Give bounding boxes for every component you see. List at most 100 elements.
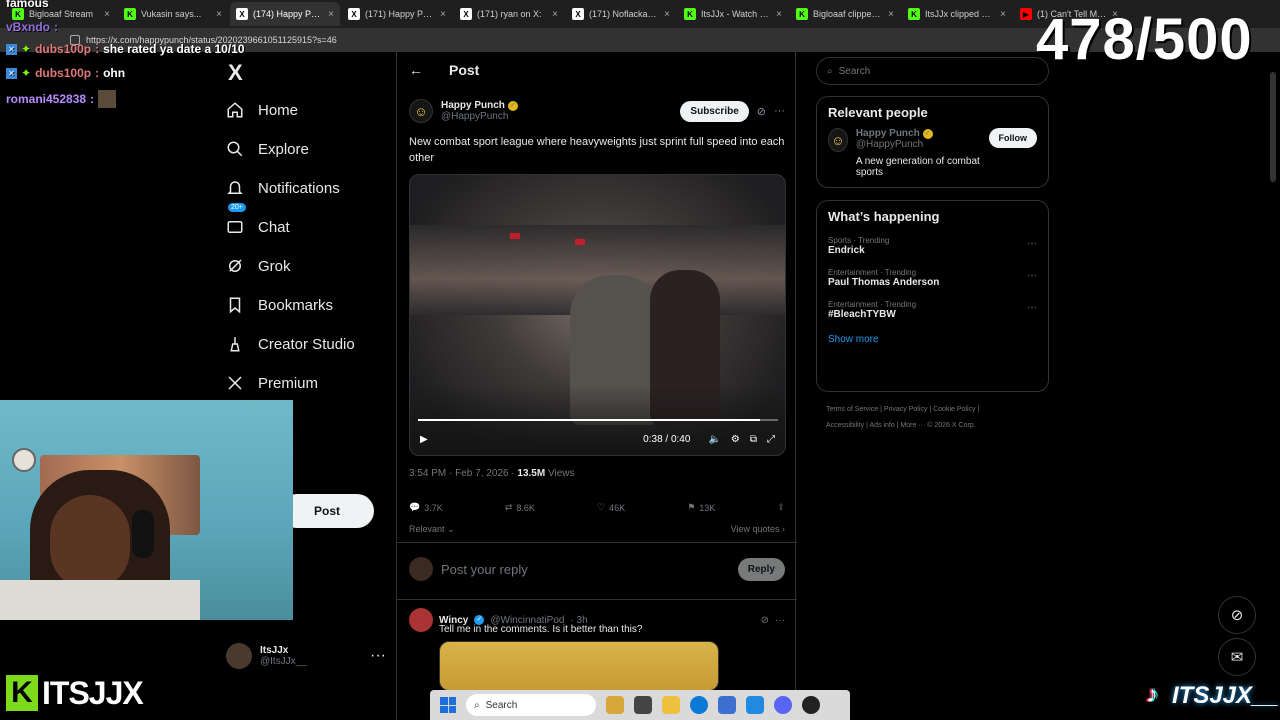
more-icon[interactable]: ··· [370,647,386,665]
discord-icon[interactable] [774,696,792,714]
subscribe-button[interactable]: Subscribe [680,100,749,122]
nav-chat[interactable]: 20+ Chat [226,203,290,245]
account-switcher[interactable]: ItsJJx @ItsJJx__ ··· [226,638,386,674]
fullscreen-icon[interactable]: ⤢ [767,434,775,445]
video-progress-bar[interactable] [418,419,778,421]
pip-icon[interactable]: ⧉ [750,434,757,445]
relevant-person[interactable]: ☺ Happy Punch ✓ @HappyPunch A new generat… [817,128,1048,178]
browser-tab[interactable]: X (171) Noflackaaa on × [566,2,676,26]
taskbar-app-icon[interactable] [634,696,652,714]
follow-button[interactable]: Follow [988,128,1037,148]
footer-line[interactable]: Accessibility | Ads info | More ··· © 20… [826,418,1046,434]
edge-icon[interactable] [690,696,708,714]
chat-message: ✕ ✦ dubs100p: she rated ya date a 10/10 [6,42,245,56]
post-button[interactable]: Post [280,494,374,528]
nav-grok[interactable]: Grok [226,248,291,284]
messages-floating-button[interactable]: ✉ [1218,638,1256,676]
taskbar-app-icon[interactable] [718,696,736,714]
share-action[interactable]: ⇪ [777,502,785,513]
store-icon[interactable] [746,696,764,714]
divider [397,542,797,543]
nav-bookmarks[interactable]: Bookmarks [226,287,333,323]
more-icon[interactable]: ··· [1027,270,1037,281]
avatar[interactable] [409,608,433,632]
view-quotes-link[interactable]: View quotes › [731,524,785,535]
author-avatar[interactable]: ☺ [828,128,848,152]
author-handle[interactable]: @HappyPunch [441,111,518,122]
close-icon[interactable]: × [440,9,446,20]
search-icon: ⌕ [827,65,833,77]
nav-notifications[interactable]: Notifications [226,170,340,206]
close-icon[interactable]: × [664,9,670,20]
settings-icon[interactable]: ⚙ [731,434,740,445]
nav-explore[interactable]: Explore [226,131,309,167]
nav-creator-studio[interactable]: Creator Studio [226,326,355,362]
back-arrow-icon[interactable]: ← [409,62,423,78]
chat-message: vBxndo: [6,20,62,34]
scrollbar[interactable] [1270,72,1276,182]
more-icon[interactable]: ··· [774,105,785,117]
reply-item[interactable]: Wincy ✓ @WincinnatiPod · 3h ⊘ ··· Tell m… [409,608,785,691]
post-actions: 💬 3.7K ⇄ 8.6K ♡ 46K ⚑ 13K ⇪ [409,502,785,513]
bookmark-action[interactable]: ⚑ 13K [687,502,715,513]
browser-tab[interactable]: K Vukasin says... × [118,2,228,26]
nav-home[interactable]: Home [226,92,298,128]
play-icon[interactable]: ▶ [420,434,428,445]
trend-topic: Paul Thomas Anderson [828,277,940,288]
windows-start-icon[interactable] [440,697,456,713]
trend-topic: #BleachTYBW [828,309,896,320]
more-icon[interactable]: ··· [775,615,785,626]
channel-name-right: ITSJJX__ [1172,682,1279,709]
x-logo-icon[interactable]: X [228,60,243,86]
sort-dropdown[interactable]: Relevant ⌄ [409,524,455,535]
close-icon[interactable]: × [888,9,894,20]
more-icon[interactable]: ··· [1027,238,1037,249]
relevant-name[interactable]: Happy Punch [856,128,920,139]
taskbar-app-icon[interactable] [606,696,624,714]
browser-tab[interactable]: K Bigloaaf clipped by I × [790,2,900,26]
nav-explore-label: Explore [258,140,309,158]
browser-tab[interactable]: K ItsJJx - Watch clips o × [678,2,788,26]
avatar [409,557,433,581]
close-icon[interactable]: × [216,9,222,20]
reply-media-thumbnail[interactable] [439,641,719,691]
obs-icon[interactable] [802,696,820,714]
show-more-link[interactable]: Show more [817,328,1048,355]
author-name[interactable]: Happy Punch [441,100,505,111]
taskbar-search[interactable]: ⌕ Search [466,694,596,716]
like-action[interactable]: ♡ 46K [597,502,625,513]
grok-icon[interactable]: ⊘ [761,615,769,626]
browser-tab[interactable]: X (171) Happy Punch o × [342,2,452,26]
grok-icon[interactable]: ⊘ [757,105,766,118]
browser-tab[interactable]: X (174) Happy Punch o × [230,2,340,26]
video-player[interactable]: ▶ 0:38 / 0:40 🔈 ⚙ ⧉ ⤢ [409,174,786,456]
reply-input[interactable]: Post your reply [441,562,528,577]
close-icon[interactable]: × [104,9,110,20]
close-icon[interactable]: × [1000,9,1006,20]
author-avatar[interactable]: ☺ [409,99,433,123]
post-text: New combat sport league where heavyweigh… [409,136,785,164]
close-icon[interactable]: × [328,9,334,20]
post-timestamp[interactable]: 3:54 PM · Feb 7, 2026 · [409,468,515,479]
browser-tab[interactable]: X (171) ryan on X: × [454,2,564,26]
tab-favicon-icon: K [908,8,920,20]
nav-chat-label: Chat [258,218,290,236]
post-author-row: ☺ Happy Punch ✓ @HappyPunch Subscribe ⊘ ·… [409,96,785,126]
nav-premium[interactable]: Premium [226,365,318,401]
trend-item[interactable]: Entertainment · Trending #BleachTYBW ··· [817,296,1048,328]
close-icon[interactable]: × [776,9,782,20]
reply-action[interactable]: 💬 3.7K [409,502,443,513]
footer-line[interactable]: Terms of Service | Privacy Policy | Cook… [826,402,1046,418]
reply-button[interactable]: Reply [737,557,785,581]
close-icon[interactable]: × [552,9,558,20]
volume-icon[interactable]: 🔈 [708,434,720,445]
browser-tab[interactable]: K ItsJJx clipped by Sea × [902,2,1012,26]
repost-action[interactable]: ⇄ 8.6K [505,502,535,513]
tiktok-icon: ♪ [1146,681,1158,708]
trend-item[interactable]: Sports · Trending Endrick ··· [817,232,1048,264]
search-input[interactable]: ⌕ Search [816,57,1049,85]
more-icon[interactable]: ··· [1027,302,1037,313]
trend-item[interactable]: Entertainment · Trending Paul Thomas And… [817,264,1048,296]
grok-floating-button[interactable]: ⊘ [1218,596,1256,634]
folder-icon[interactable] [662,696,680,714]
